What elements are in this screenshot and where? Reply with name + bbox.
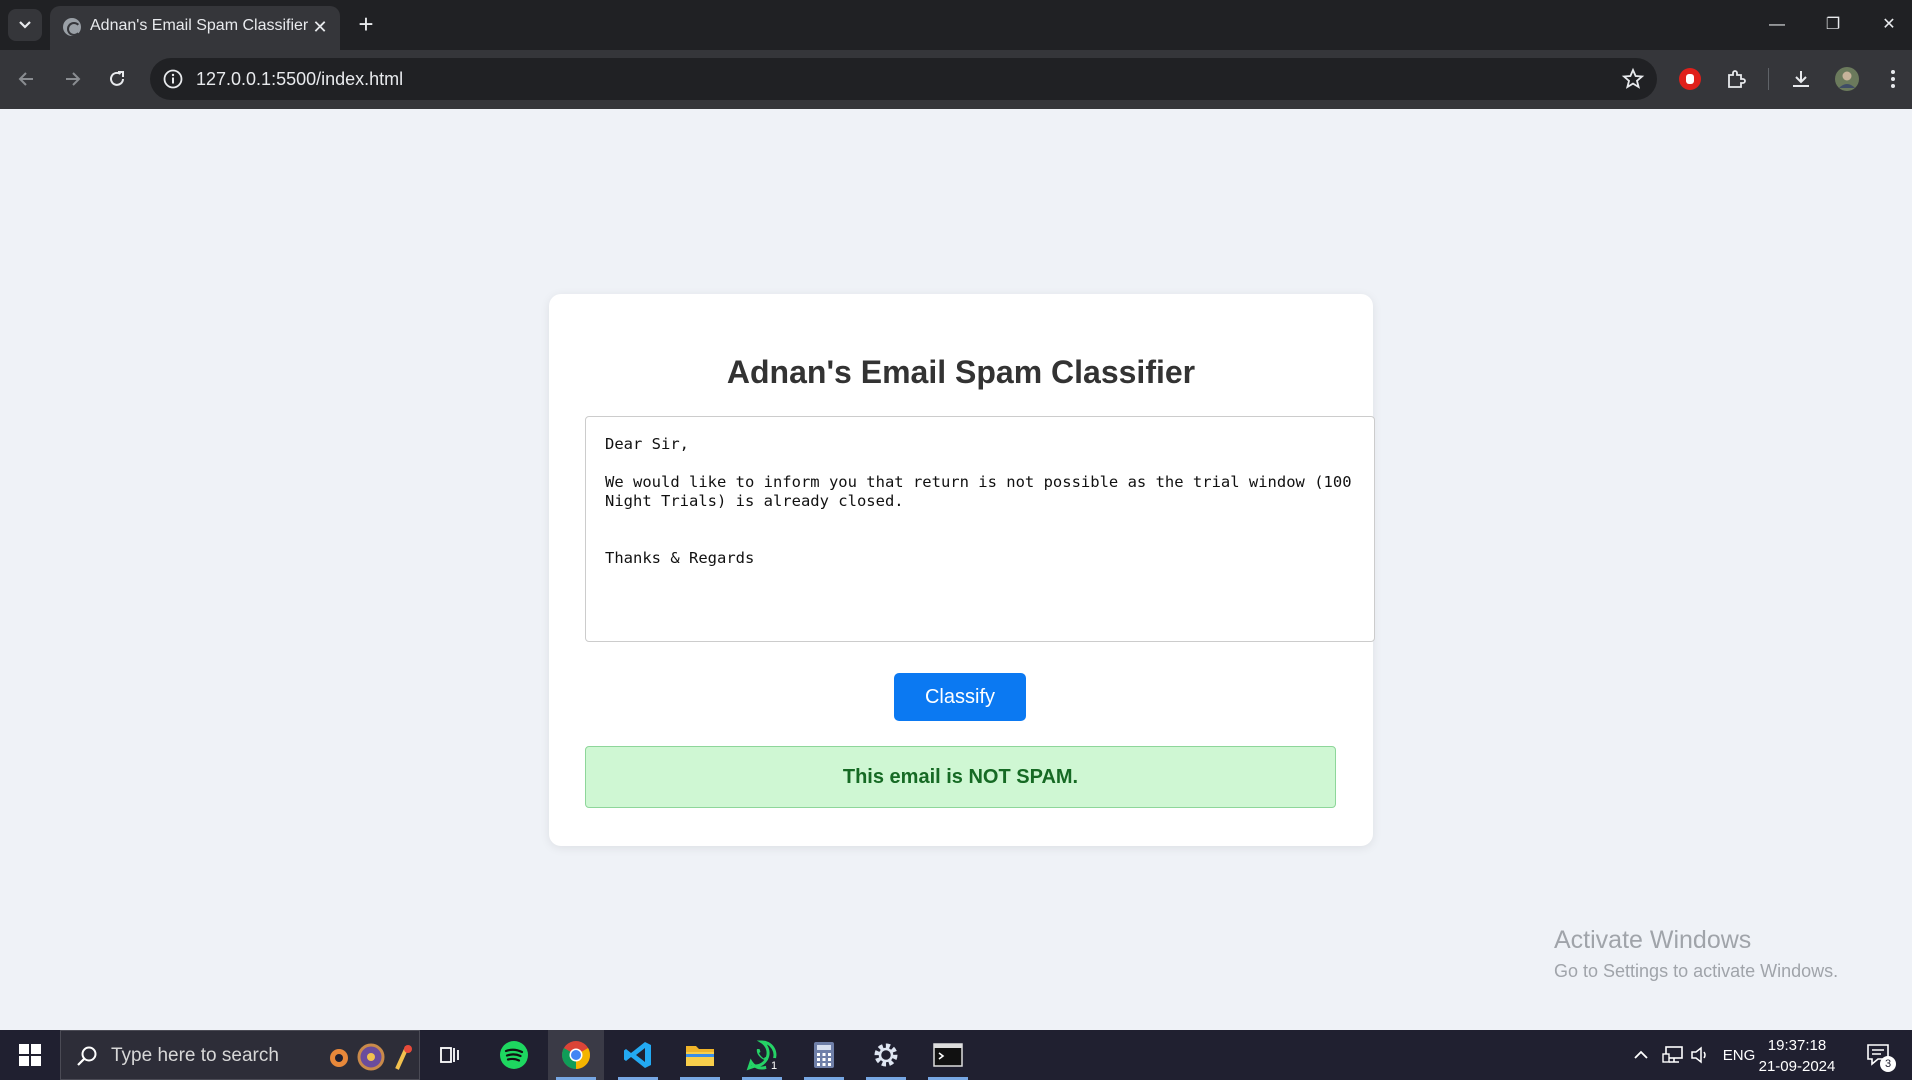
url-text: 127.0.0.1:5500/index.html	[196, 69, 404, 89]
result-message: This email is NOT SPAM.	[585, 746, 1336, 808]
adblock-hand-icon	[1679, 68, 1701, 90]
tab-search-button[interactable]	[8, 9, 42, 41]
task-view-icon	[440, 1047, 459, 1063]
tab-close-button[interactable]: ✕	[308, 15, 332, 39]
terminal-icon	[933, 1043, 963, 1067]
activate-windows-watermark: Activate Windows Go to Settings to activ…	[1554, 926, 1838, 982]
puzzle-icon	[1728, 70, 1746, 88]
watermark-subtitle: Go to Settings to activate Windows.	[1554, 961, 1839, 981]
reload-icon	[110, 71, 124, 86]
search-highlight-doodle-icon	[330, 1043, 412, 1071]
extension-adblock-button[interactable]	[1675, 64, 1705, 94]
classify-button[interactable]: Classify	[894, 673, 1026, 721]
network-icon	[1662, 1046, 1683, 1063]
tray-network[interactable]	[1660, 1030, 1686, 1080]
whatsapp-unread-badge: 1	[766, 1058, 782, 1074]
email-text-input[interactable]: Dear Sir, We would like to inform you th…	[585, 416, 1375, 642]
spotify-icon	[500, 1041, 528, 1069]
new-tab-button[interactable]: +	[352, 9, 380, 39]
taskbar-settings[interactable]	[858, 1030, 914, 1080]
classifier-card: Adnan's Email Spam Classifier Dear Sir, …	[549, 294, 1375, 846]
notification-center-button[interactable]: 3	[1862, 1038, 1896, 1072]
forward-button[interactable]	[55, 62, 89, 96]
close-window-button[interactable]: ✕	[1869, 8, 1909, 42]
profile-button[interactable]	[1832, 64, 1862, 94]
taskbar: Type here to search 1 ENG 19:37:18 21-09…	[0, 1030, 1912, 1080]
minimize-button[interactable]: —	[1757, 8, 1797, 42]
chevron-up-icon	[1634, 1050, 1648, 1059]
taskbar-calculator[interactable]	[796, 1030, 852, 1080]
download-icon	[1793, 71, 1809, 87]
chevron-down-icon	[19, 21, 31, 29]
taskbar-task-view[interactable]	[422, 1030, 478, 1080]
start-button[interactable]	[0, 1030, 60, 1080]
globe-icon	[63, 18, 81, 36]
windows-logo-icon	[19, 1044, 41, 1066]
search-placeholder: Type here to search	[111, 1045, 279, 1066]
taskbar-search[interactable]: Type here to search	[60, 1030, 420, 1080]
page-title: Adnan's Email Spam Classifier	[726, 354, 1196, 390]
watermark-title: Activate Windows	[1554, 926, 1752, 954]
tray-show-hidden-icons[interactable]	[1630, 1030, 1652, 1080]
menu-button[interactable]	[1878, 64, 1908, 94]
folder-icon	[686, 1046, 714, 1066]
taskbar-chrome[interactable]	[548, 1030, 604, 1080]
address-bar[interactable]: 127.0.0.1:5500/index.html	[150, 58, 1657, 100]
tray-volume[interactable]	[1688, 1030, 1714, 1080]
back-button[interactable]	[10, 62, 44, 96]
calculator-icon	[814, 1042, 834, 1068]
clock-time: 19:37:18	[1767, 1037, 1827, 1054]
taskbar-spotify[interactable]	[486, 1030, 542, 1080]
avatar	[1835, 67, 1859, 91]
bookmark-star-icon[interactable]	[1621, 67, 1645, 91]
taskbar-terminal[interactable]	[920, 1030, 976, 1080]
gear-icon	[874, 1043, 898, 1067]
tab-title: Adnan's Email Spam Classifier	[90, 17, 309, 34]
extensions-button[interactable]	[1721, 64, 1751, 94]
browser-tab-strip: Adnan's Email Spam Classifier ✕ + — ❐ ✕	[0, 0, 1912, 50]
browser-tab[interactable]: Adnan's Email Spam Classifier ✕	[50, 6, 340, 50]
reload-button[interactable]	[100, 62, 134, 96]
search-icon	[77, 1046, 97, 1066]
tray-clock[interactable]: 19:37:18 21-09-2024	[1752, 1035, 1842, 1077]
arrow-right-icon	[66, 72, 81, 86]
chrome-icon	[562, 1041, 590, 1069]
clock-date: 21-09-2024	[1758, 1058, 1836, 1075]
downloads-button[interactable]	[1786, 64, 1816, 94]
taskbar-whatsapp[interactable]: 1	[734, 1030, 790, 1080]
taskbar-file-explorer[interactable]	[672, 1030, 728, 1080]
taskbar-vscode[interactable]	[610, 1030, 666, 1080]
toolbar-separator	[1768, 68, 1769, 90]
vscode-icon	[624, 1042, 651, 1068]
speaker-icon	[1691, 1046, 1706, 1064]
arrow-left-icon	[18, 72, 33, 86]
browser-toolbar: 127.0.0.1:5500/index.html	[0, 50, 1912, 109]
notification-count-badge: 3	[1880, 1056, 1896, 1072]
restore-button[interactable]: ❐	[1813, 8, 1853, 42]
site-info-icon[interactable]	[162, 68, 184, 90]
kebab-menu-icon	[1891, 70, 1895, 88]
